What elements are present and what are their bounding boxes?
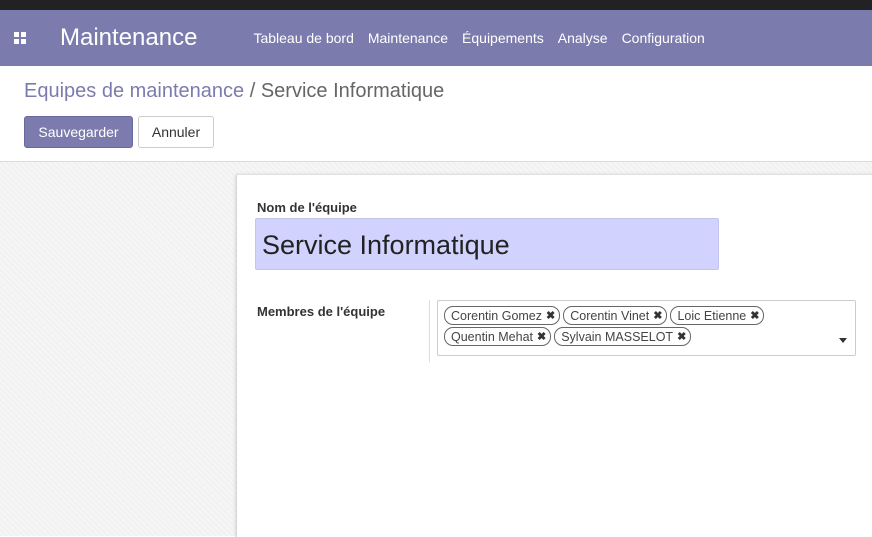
close-x-icon[interactable]: ✖ [677,330,686,343]
member-tag-label: Quentin Mehat [451,329,533,344]
window-top-strip [0,0,872,10]
form-view-background: Nom de l'équipe Service Informatique Mem… [0,162,872,537]
member-tag-label: Sylvain MASSELOT [561,329,674,344]
member-tag: Sylvain MASSELOT ✖ [554,327,692,346]
cancel-button[interactable]: Annuler [138,116,214,148]
member-tag: Loic Etienne ✖ [670,306,765,325]
member-tag: Quentin Mehat ✖ [444,327,552,346]
member-tag: Corentin Gomez ✖ [444,306,561,325]
team-name-label: Nom de l'équipe [257,200,357,215]
form-sheet: Nom de l'équipe Service Informatique Mem… [236,174,872,537]
close-x-icon[interactable]: ✖ [653,309,662,322]
chevron-down-icon[interactable] [839,338,847,343]
close-x-icon[interactable]: ✖ [750,309,759,322]
menu-item-dashboard[interactable]: Tableau de bord [253,30,353,46]
main-menu: Tableau de bord Maintenance Équipements … [253,30,718,46]
menu-item-configuration[interactable]: Configuration [622,30,705,46]
top-navbar: Maintenance Tableau de bord Maintenance … [0,10,872,66]
app-title[interactable]: Maintenance [60,24,197,52]
menu-item-analysis[interactable]: Analyse [558,30,608,46]
menu-item-maintenance[interactable]: Maintenance [368,30,448,46]
breadcrumb-parent-link[interactable]: Equipes de maintenance [24,80,244,102]
member-tag: Corentin Vinet ✖ [563,306,668,325]
control-panel: Equipes de maintenance / Service Informa… [0,66,872,162]
save-button[interactable]: Sauvegarder [24,116,133,148]
member-tag-label: Corentin Gomez [451,308,543,323]
team-members-label: Membres de l'équipe [257,304,386,319]
member-tag-label: Loic Etienne [677,308,747,323]
team-name-input[interactable]: Service Informatique [255,218,719,270]
member-tag-label: Corentin Vinet [570,308,650,323]
close-x-icon[interactable]: ✖ [537,330,546,343]
grid-apps-icon [14,32,26,44]
close-x-icon[interactable]: ✖ [546,309,555,322]
breadcrumb-current: Service Informatique [260,80,445,102]
apps-menu-button[interactable] [0,10,40,66]
team-members-field[interactable]: Corentin Gomez ✖ Corentin Vinet ✖ Loic E… [437,300,856,356]
menu-item-equipments[interactable]: Équipements [462,30,544,46]
breadcrumb: Equipes de maintenance / Service Informa… [24,80,444,103]
breadcrumb-separator: / [249,80,256,102]
